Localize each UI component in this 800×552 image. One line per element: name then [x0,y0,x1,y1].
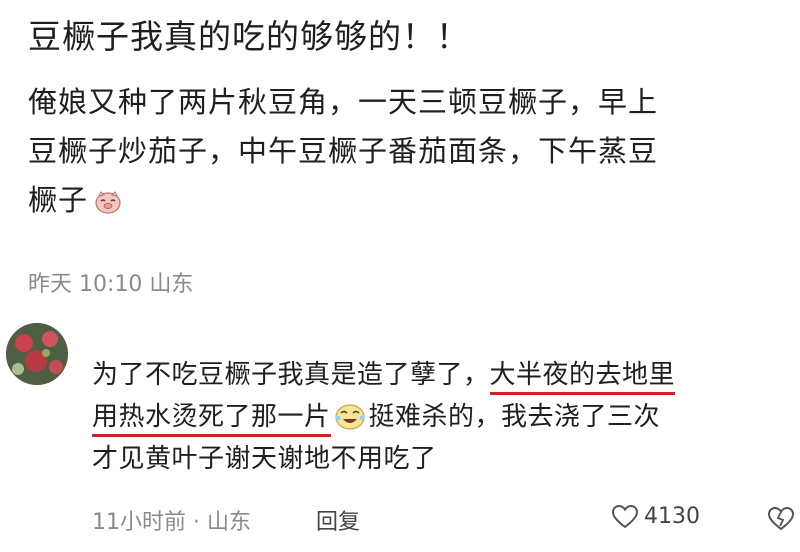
avatar-image [6,323,68,385]
pig-face-icon [95,191,121,214]
comment-line: 为了不吃豆橛子我真是造了孽了，大半夜的去地里 [92,354,792,396]
heart-icon [612,504,638,528]
post-body-line: 豆橛子炒茄子，中午豆橛子番茄面条，下午蒸豆 [28,134,659,168]
post-timestamp-location: 昨天 10:10 山东 [28,272,194,297]
post-body-line-last: 橛子 [28,176,768,225]
underlined-text: 大半夜的去地里 [489,360,676,395]
underlined-text: 用热水烫死了那一片 [92,402,331,437]
comment-line: 用热水烫死了那一片 挺难杀的，我去浇了三次 [92,396,792,438]
comment-line: 才见黄叶子谢天谢地不用吃了 [92,438,792,480]
comment-text: 为了不吃豆橛子我真是造了孽了， [92,360,490,390]
like-count: 4130 [644,504,700,529]
post-body-text: 橛子 [28,183,89,217]
post-body-line: 俺娘又种了两片秋豆角，一天三顿豆橛子，早上 [28,85,659,119]
comment-text: 才见黄叶子谢天谢地不用吃了 [92,444,437,474]
post-body: 俺娘又种了两片秋豆角，一天三顿豆橛子，早上 豆橛子炒茄子，中午豆橛子番茄面条，下… [28,78,768,225]
like-button[interactable]: 4130 [612,504,700,529]
broken-heart-icon[interactable] [768,507,794,531]
comment-body: 为了不吃豆橛子我真是造了孽了，大半夜的去地里 用热水烫死了那一片 挺难杀的，我去… [92,354,792,480]
post-title: 豆橛子我真的吃的够够的！！ [28,17,470,56]
reply-button[interactable]: 回复 [316,504,360,536]
comment-timestamp-location: 11小时前 · 山东 [92,510,251,535]
comment-text: 挺难杀的，我去浇了三次 [368,402,661,432]
avatar[interactable] [6,323,68,385]
laughing-face-icon [334,404,365,430]
